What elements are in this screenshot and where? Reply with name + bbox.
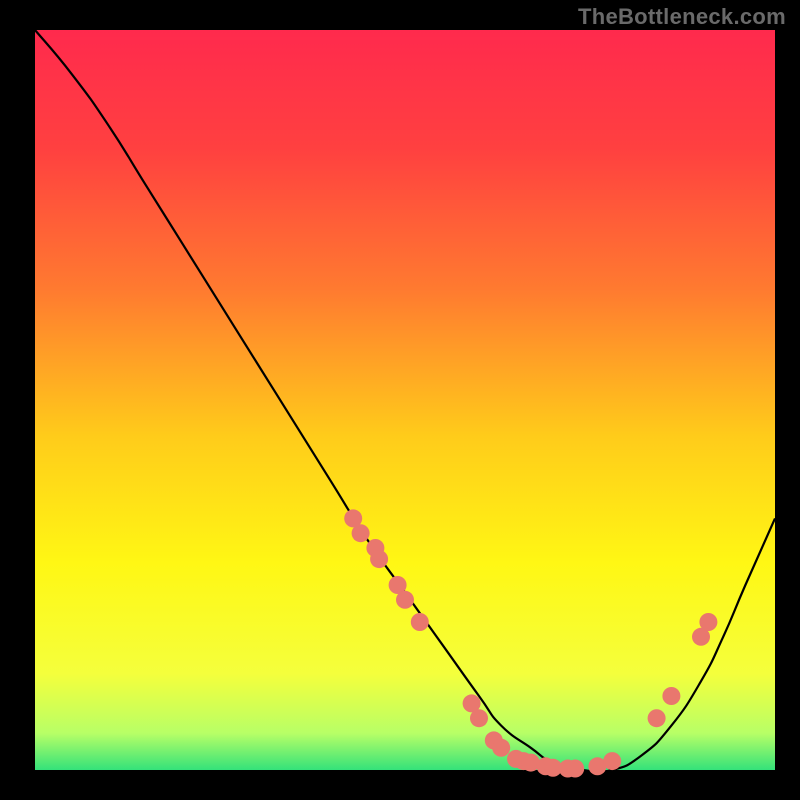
curve-marker-dot — [648, 709, 666, 727]
curve-marker-dot — [396, 591, 414, 609]
curve-marker-dot — [470, 709, 488, 727]
curve-marker-dot — [662, 687, 680, 705]
chart-stage: TheBottleneck.com — [0, 0, 800, 800]
watermark-text: TheBottleneck.com — [578, 4, 786, 30]
curve-marker-dot — [492, 739, 510, 757]
curve-marker-dot — [370, 550, 388, 568]
curve-marker-dot — [352, 524, 370, 542]
curve-marker-dot — [566, 760, 584, 778]
plot-background — [35, 30, 775, 770]
curve-marker-dot — [603, 752, 621, 770]
curve-marker-dot — [699, 613, 717, 631]
bottleneck-chart — [0, 0, 800, 800]
curve-marker-dot — [411, 613, 429, 631]
